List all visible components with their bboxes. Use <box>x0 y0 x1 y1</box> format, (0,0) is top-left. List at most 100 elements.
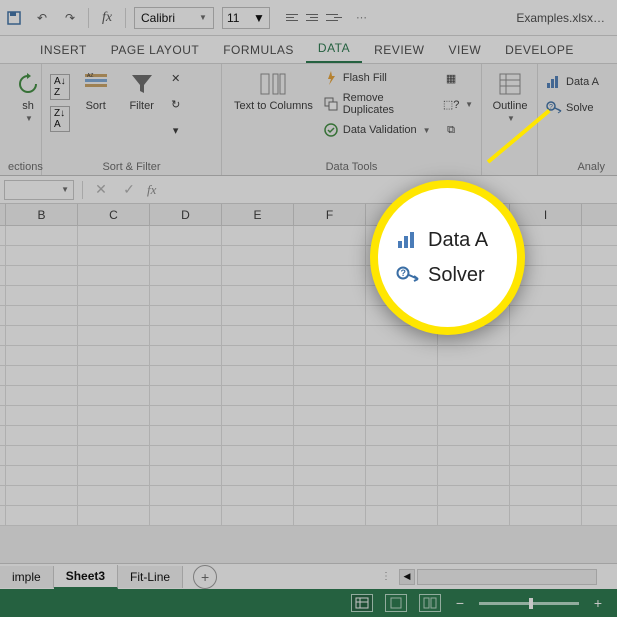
chevron-down-icon: ▼ <box>25 114 33 123</box>
reapply-button[interactable]: ↻ <box>168 94 184 114</box>
page-layout-view-button[interactable] <box>385 594 407 612</box>
callout-solver: ? Solver <box>396 264 517 287</box>
svg-text:AZ: AZ <box>87 73 93 79</box>
data-analysis-icon <box>546 74 562 90</box>
flash-fill-button[interactable]: Flash Fill <box>323 68 437 88</box>
relationships-icon: ⧉ <box>443 122 459 138</box>
text-columns-icon <box>259 70 287 98</box>
sheet-tab-sheet3[interactable]: Sheet3 <box>54 565 118 589</box>
sort-az-icon[interactable]: A↓Z <box>50 74 70 100</box>
data-analysis-button[interactable]: Data A <box>546 72 599 92</box>
remove-dup-icon <box>323 96 339 112</box>
callout-data-analysis: Data A <box>396 229 517 252</box>
solver-button[interactable]: ? Solve <box>546 98 599 118</box>
solver-icon: ? <box>396 265 420 285</box>
outline-icon <box>496 70 524 98</box>
ribbon-tabs: INSERT PAGE LAYOUT FORMULAS DATA REVIEW … <box>0 36 617 64</box>
sort-button[interactable]: AZ Sort <box>76 68 116 114</box>
status-bar: − + <box>0 589 617 617</box>
scroll-left-button[interactable]: ◀ <box>399 569 415 585</box>
align-icons <box>286 10 342 26</box>
chevron-down-icon: ▼ <box>423 126 431 135</box>
svg-text:?: ? <box>401 268 407 278</box>
align-right-icon[interactable] <box>326 10 342 26</box>
tab-insert[interactable]: INSERT <box>28 37 99 63</box>
tab-review[interactable]: REVIEW <box>362 37 436 63</box>
validation-icon <box>323 122 339 138</box>
column-headers: B C D E F G H I <box>0 204 617 226</box>
remove-duplicates-button[interactable]: Remove Duplicates <box>323 94 437 114</box>
text-to-columns-button[interactable]: Text to Columns <box>230 68 317 114</box>
filter-button[interactable]: Filter <box>122 68 162 114</box>
clear-icon: ✕ <box>168 70 184 86</box>
tab-view[interactable]: VIEW <box>436 37 493 63</box>
fx-icon[interactable]: fx <box>147 182 156 198</box>
font-size-selector[interactable]: 11 ▼ <box>222 7 270 29</box>
ribbon: sh ▼ ections A↓Z Z↓A AZ Sort Filter <box>0 64 617 176</box>
whatif-button[interactable]: ⬚?▼ <box>443 94 473 114</box>
font-selector[interactable]: Calibri ▼ <box>134 7 214 29</box>
normal-view-button[interactable] <box>351 594 373 612</box>
fx-icon[interactable]: fx <box>97 8 117 28</box>
sheet-tab-fitline[interactable]: Fit-Line <box>118 566 183 588</box>
enter-formula-icon[interactable]: ✓ <box>119 181 139 198</box>
chevron-down-icon: ▼ <box>61 185 69 194</box>
more-icon[interactable]: ⋯ <box>356 11 367 24</box>
window-title: Examples.xlsx… <box>516 11 605 25</box>
filter-icon <box>128 70 156 98</box>
col-header[interactable]: D <box>150 204 222 225</box>
sort-za-icon[interactable]: Z↓A <box>50 106 70 132</box>
flash-fill-icon <box>323 70 339 86</box>
col-header[interactable]: B <box>6 204 78 225</box>
redo-icon[interactable]: ↷ <box>60 8 80 28</box>
align-center-icon[interactable] <box>306 10 322 26</box>
sort-icon: AZ <box>82 70 110 98</box>
font-name: Calibri <box>141 11 175 25</box>
col-header[interactable]: F <box>294 204 366 225</box>
page-break-view-button[interactable] <box>419 594 441 612</box>
col-header[interactable]: I <box>510 204 582 225</box>
consolidate-button[interactable]: ▦ <box>443 68 473 88</box>
tab-data[interactable]: DATA <box>306 35 362 63</box>
group-data-tools-label: Data Tools <box>230 159 473 173</box>
advanced-icon: ▾ <box>168 122 184 138</box>
col-header[interactable]: E <box>222 204 294 225</box>
add-sheet-button[interactable]: + <box>193 565 217 589</box>
advanced-button[interactable]: ▾ <box>168 120 184 140</box>
cancel-formula-icon[interactable]: ✕ <box>91 181 111 198</box>
clear-filter-button[interactable]: ✕ <box>168 68 184 88</box>
formula-bar: ▼ ✕ ✓ fx <box>0 176 617 204</box>
highlight-callout: Data A ? Solver <box>370 180 525 335</box>
data-validation-button[interactable]: Data Validation ▼ <box>323 120 437 140</box>
align-left-icon[interactable] <box>286 10 302 26</box>
hscrollbar[interactable] <box>417 569 597 585</box>
zoom-out-button[interactable]: − <box>453 595 467 611</box>
refresh-icon <box>14 70 42 98</box>
quick-access-toolbar: ↶ ↷ fx Calibri ▼ 11 ▼ ⋯ Examples.xlsx… <box>0 0 617 36</box>
tab-formulas[interactable]: FORMULAS <box>211 37 306 63</box>
chevron-down-icon: ▼ <box>507 114 515 123</box>
chevron-down-icon: ▼ <box>199 13 207 22</box>
reapply-icon: ↻ <box>168 96 184 112</box>
zoom-slider[interactable] <box>479 602 579 605</box>
group-analysis-label: Analy <box>546 159 609 173</box>
data-analysis-icon <box>396 230 420 250</box>
chevron-down-icon: ▼ <box>253 11 265 25</box>
tab-home[interactable] <box>4 51 28 63</box>
sheet-tab-simple[interactable]: imple <box>0 566 54 588</box>
font-size: 11 <box>227 11 239 25</box>
consolidate-icon: ▦ <box>443 70 459 86</box>
col-header[interactable]: C <box>78 204 150 225</box>
relationships-button[interactable]: ⧉ <box>443 120 473 140</box>
tab-developer[interactable]: DEVELOPE <box>493 37 586 63</box>
group-connections-label: ections <box>8 159 33 173</box>
undo-icon[interactable]: ↶ <box>32 8 52 28</box>
whatif-icon: ⬚? <box>443 96 459 112</box>
tab-page-layout[interactable]: PAGE LAYOUT <box>99 37 211 63</box>
outline-button[interactable]: Outline ▼ <box>490 68 530 125</box>
save-icon[interactable] <box>4 8 24 28</box>
name-box[interactable]: ▼ <box>4 180 74 200</box>
svg-text:?: ? <box>549 104 553 111</box>
zoom-in-button[interactable]: + <box>591 595 605 611</box>
tab-scroll-sep: ⋮ <box>381 571 391 582</box>
